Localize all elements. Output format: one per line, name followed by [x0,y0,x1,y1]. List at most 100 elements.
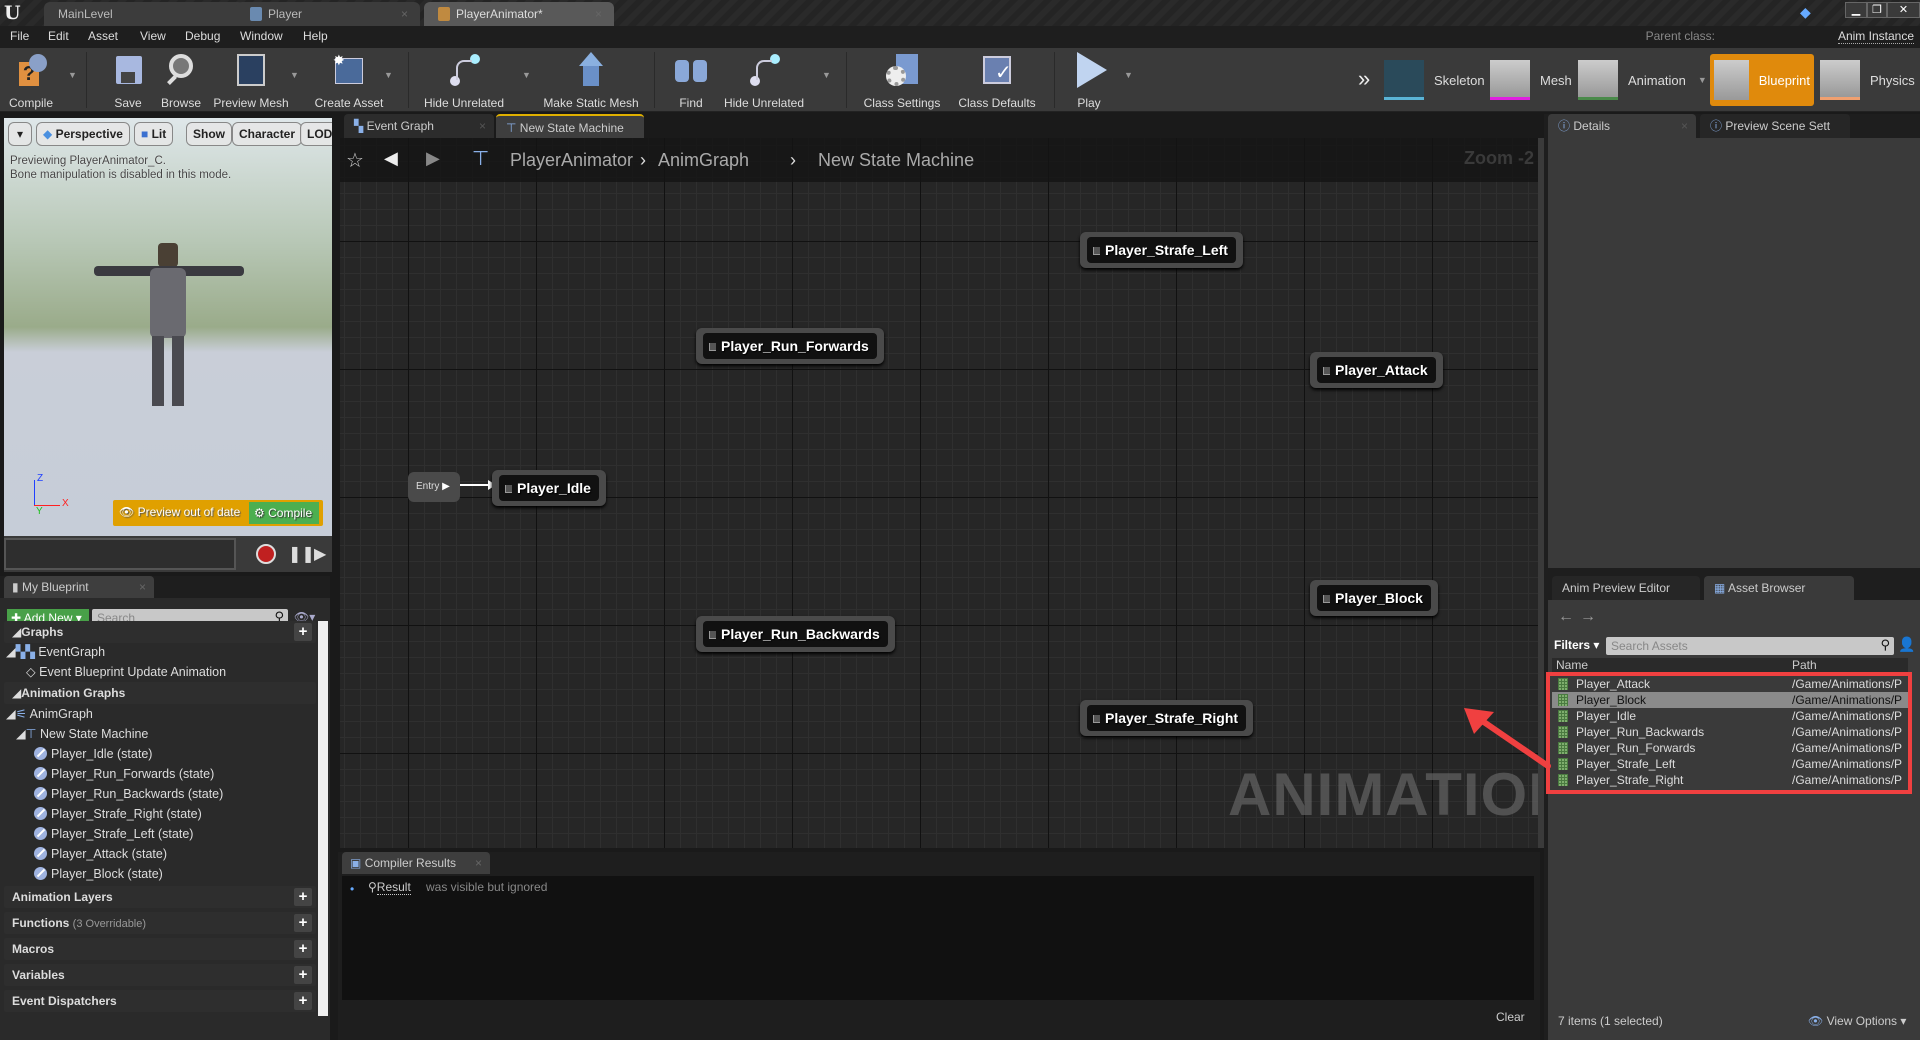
section-event-dispatchers[interactable]: Event Dispatchers + [4,990,316,1012]
tab-event-graph[interactable]: ▚ Event Graph × [344,114,494,138]
preview-viewport[interactable]: ▾ ◆ Perspective ■ Lit Show Character LOD… [4,118,332,536]
tree-item-state[interactable]: Player_Attack (state) [4,844,316,864]
class-settings-button[interactable]: Class Settings [860,52,944,110]
viewport-options-dropdown[interactable]: ▾ [8,122,32,146]
animation-mode-dropdown[interactable]: ▼ [1698,75,1707,85]
tree-item-event-update[interactable]: ◇ Event Blueprint Update Animation [4,662,316,682]
tab-compiler-results[interactable]: ▣ Compiler Results × [342,852,490,874]
add-layer-button[interactable]: + [294,888,312,906]
tab-preview-scene-settings[interactable]: ⓘ Preview Scene Sett [1700,114,1850,138]
timeline-scrubber[interactable] [4,538,236,570]
menu-asset[interactable]: Asset [88,29,118,43]
add-macro-button[interactable]: + [294,940,312,958]
menu-debug[interactable]: Debug [185,29,220,43]
tree-item-state[interactable]: Player_Run_Forwards (state) [4,764,316,784]
back-arrow-button[interactable]: ◀ [384,148,398,169]
result-link[interactable]: ⚲Result [368,880,411,895]
tree-item-state[interactable]: Player_Idle (state) [4,744,316,764]
add-graph-button[interactable]: + [294,623,312,641]
add-dispatcher-button[interactable]: + [294,992,312,1010]
column-path[interactable]: Path [1792,658,1817,672]
user-icon[interactable]: 👤 [1898,636,1915,653]
parent-class-link[interactable]: Anim Instance [1837,29,1914,44]
state-node-idle[interactable]: Player_Idle [492,470,606,506]
doc-tab-mainlevel[interactable]: MainLevel [44,2,244,26]
section-animation-layers[interactable]: Animation Layers + [4,886,316,908]
preview-mesh-button[interactable]: Preview Mesh [212,52,290,110]
scrollbar[interactable] [318,621,328,1016]
unreal-logo-icon[interactable]: U [4,2,28,24]
section-functions[interactable]: Functions (3 Overridable) + [4,912,316,934]
preview-mesh-dropdown[interactable]: ▼ [290,70,299,80]
compile-button[interactable]: ? Compile [4,52,58,110]
tree-item-animgraph[interactable]: ◢⚟ AnimGraph [4,704,316,724]
view-options-button[interactable]: 👁 View Options ▾ [1808,1014,1906,1028]
close-icon[interactable]: × [139,576,146,598]
tree-item-state[interactable]: Player_Strafe_Left (state) [4,824,316,844]
hide-unrelated-button[interactable]: Hide Unrelated [420,52,508,110]
mode-mesh-button[interactable]: Mesh [1490,54,1572,106]
mode-blueprint-button[interactable]: Blueprint [1710,54,1814,106]
tab-my-blueprint[interactable]: ▮ My Blueprint × [4,576,154,598]
doc-tab-player[interactable]: Player × [236,2,420,26]
create-asset-button[interactable]: ✸ Create Asset [310,52,388,110]
save-button[interactable]: Save [108,52,148,110]
close-icon[interactable]: × [595,2,602,26]
menu-help[interactable]: Help [303,29,328,43]
play-button[interactable]: Play [1066,52,1112,110]
lod-button[interactable]: LOD [300,122,332,146]
find-button[interactable]: Find [668,52,714,110]
tab-details[interactable]: ⓘ Details × [1548,114,1696,138]
show-button[interactable]: Show [186,122,232,146]
filters-dropdown[interactable]: Filters ▾ [1554,638,1599,652]
menu-file[interactable]: File [10,29,29,43]
state-node-strafe-left[interactable]: Player_Strafe_Left [1080,232,1243,268]
mode-animation-button[interactable]: Animation ▼ [1578,54,1707,106]
make-static-mesh-button[interactable]: Make Static Mesh [540,52,642,110]
tree-item-state-machine[interactable]: ◢⊤ New State Machine [4,724,316,744]
tree-item-eventgraph[interactable]: ◢▚▚ EventGraph [4,642,316,662]
menu-view[interactable]: View [140,29,166,43]
search-assets-input[interactable]: Search Assets ⚲ [1606,637,1894,655]
perspective-button[interactable]: ◆ Perspective [36,122,130,146]
doc-tab-playeranimator[interactable]: PlayerAnimator* × [424,2,614,26]
breadcrumb-animgraph[interactable]: AnimGraph [658,150,749,171]
menu-window[interactable]: Window [240,29,283,43]
forward-arrow-button[interactable]: ▶ [426,148,440,169]
restore-button[interactable]: ❐ [1867,2,1887,18]
forward-arrow-button[interactable]: → [1580,608,1596,626]
mode-skeleton-button[interactable]: Skeleton [1384,54,1485,106]
mode-physics-button[interactable]: Physics [1820,54,1915,106]
section-macros[interactable]: Macros + [4,938,316,960]
state-node-run-backwards[interactable]: Player_Run_Backwards [696,616,895,652]
class-defaults-button[interactable]: ✓ Class Defaults [956,52,1038,110]
tab-new-state-machine[interactable]: ⊤ New State Machine [496,114,644,138]
tree-item-state[interactable]: Player_Run_Backwards (state) [4,784,316,804]
viewport-compile-button[interactable]: ⚙ Compile [249,502,319,524]
hide-unrelated-button-2[interactable]: Hide Unrelated [720,52,808,110]
hide-unrelated-dropdown-2[interactable]: ▼ [822,70,831,80]
close-icon[interactable]: × [401,2,408,26]
compile-options-dropdown[interactable]: ▼ [68,70,77,80]
play-options-dropdown[interactable]: ▼ [1124,70,1133,80]
favorite-star-icon[interactable]: ☆ [346,148,364,173]
learn-icon[interactable]: ◆ [1800,4,1816,20]
minimize-button[interactable]: ▁ [1845,2,1867,18]
add-variable-button[interactable]: + [294,966,312,984]
tree-item-state[interactable]: Player_Strafe_Right (state) [4,804,316,824]
add-function-button[interactable]: + [294,914,312,932]
section-variables[interactable]: Variables + [4,964,316,986]
character-button[interactable]: Character [232,122,303,146]
state-node-run-forwards[interactable]: Player_Run_Forwards [696,328,884,364]
state-node-attack[interactable]: Player_Attack [1310,352,1443,388]
close-window-button[interactable]: ✕ [1887,2,1920,18]
tab-anim-preview-editor[interactable]: Anim Preview Editor [1552,576,1700,600]
menu-edit[interactable]: Edit [48,29,69,43]
clear-button[interactable]: Clear [1496,1010,1525,1024]
entry-node[interactable]: Entry ▶ [408,472,460,502]
state-node-block[interactable]: Player_Block [1310,580,1438,616]
column-name[interactable]: Name [1556,658,1588,672]
section-graphs[interactable]: ◢Graphs + [4,621,316,643]
back-arrow-button[interactable]: ← [1558,608,1574,626]
step-forward-button[interactable]: ▶ [314,544,326,564]
